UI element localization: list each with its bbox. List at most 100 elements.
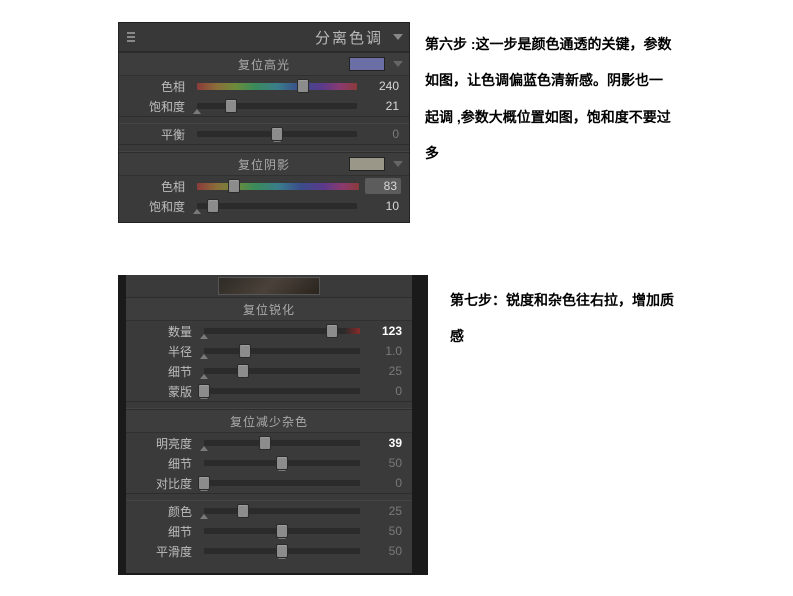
slider-value[interactable]: 39: [366, 436, 404, 450]
noise-lum-row: 明亮度 39: [126, 433, 412, 453]
sharp-amount-track[interactable]: [204, 328, 360, 334]
divider: [119, 144, 409, 152]
noise-color-track[interactable]: [204, 508, 360, 514]
slider-value[interactable]: 50: [366, 456, 404, 470]
shadows-section-header: 复位阴影: [119, 152, 409, 176]
slider-value[interactable]: 25: [366, 504, 404, 518]
shadows-sat-track[interactable]: [197, 203, 357, 209]
sharp-detail-track[interactable]: [204, 368, 360, 374]
highlights-title: 复位高光: [238, 56, 290, 73]
slider-value[interactable]: 123: [366, 324, 404, 338]
slider-value[interactable]: 21: [363, 99, 401, 113]
slider-label: 明亮度: [134, 435, 198, 452]
highlights-hue-row: 色相 240: [119, 76, 409, 96]
noise-section-header: 复位减少杂色: [126, 409, 412, 433]
slider-label: 细节: [134, 523, 198, 540]
slider-knob[interactable]: [239, 344, 251, 358]
highlights-sat-track[interactable]: [197, 103, 357, 109]
slider-knob[interactable]: [225, 99, 237, 113]
slider-value[interactable]: 240: [363, 79, 401, 93]
highlights-hue-track[interactable]: [197, 83, 357, 90]
slider-value[interactable]: 0: [363, 127, 401, 141]
sharpen-section-header: 复位锐化: [126, 297, 412, 321]
origin-mark: [200, 334, 208, 339]
slider-label: 蒙版: [134, 383, 198, 400]
slider-label: 平滑度: [134, 543, 198, 560]
shadows-sat-row: 饱和度 10: [119, 196, 409, 216]
step6-note: 第六步 :这一步是颜色通透的关键，参数如图，让色调偏蓝色清新感。阴影也一起调 ,…: [425, 26, 675, 172]
balance-track[interactable]: [197, 131, 357, 137]
noise-csmooth-row: 平滑度 50: [126, 541, 412, 561]
slider-knob[interactable]: [276, 524, 288, 538]
noise-lcontrast-track[interactable]: [204, 480, 360, 486]
slider-label: 饱和度: [127, 198, 191, 215]
slider-knob[interactable]: [207, 199, 219, 213]
slider-knob[interactable]: [276, 456, 288, 470]
noise-csmooth-track[interactable]: [204, 548, 360, 554]
noise-cdetail-track[interactable]: [204, 528, 360, 534]
shadows-swatch[interactable]: [349, 157, 385, 171]
slider-value[interactable]: 25: [366, 364, 404, 378]
divider: [126, 493, 412, 501]
slider-value[interactable]: 10: [363, 199, 401, 213]
slider-knob[interactable]: [237, 364, 249, 378]
noise-lcontrast-row: 对比度 0: [126, 473, 412, 493]
slider-value[interactable]: 1.0: [366, 344, 404, 358]
noise-lum-track[interactable]: [204, 440, 360, 446]
slider-knob[interactable]: [198, 476, 210, 490]
sharp-detail-row: 细节 25: [126, 361, 412, 381]
origin-mark: [200, 354, 208, 359]
shadows-title: 复位阴影: [238, 156, 290, 173]
highlights-section-header: 复位高光: [119, 52, 409, 76]
detail-panel-wrap: 复位锐化 数量 123 半径 1.0 细节 25: [118, 275, 428, 575]
slider-label: 细节: [134, 363, 198, 380]
slider-knob[interactable]: [237, 504, 249, 518]
slider-label: 细节: [134, 455, 198, 472]
sharp-mask-row: 蒙版 0: [126, 381, 412, 401]
slider-value[interactable]: 50: [366, 544, 404, 558]
panel-title: 分离色调: [315, 27, 383, 48]
slider-knob[interactable]: [259, 436, 271, 450]
panel-header: 分离色调: [119, 23, 409, 52]
panel-switch-icon[interactable]: [125, 32, 135, 42]
highlights-sat-row: 饱和度 21: [119, 96, 409, 116]
slider-knob[interactable]: [271, 127, 283, 141]
noise-title: 复位减少杂色: [230, 413, 308, 430]
slider-value[interactable]: 83: [365, 178, 401, 194]
origin-mark: [200, 374, 208, 379]
balance-row: 平衡 0: [119, 124, 409, 144]
slider-value[interactable]: 0: [366, 476, 404, 490]
sharp-mask-track[interactable]: [204, 388, 360, 394]
slider-value[interactable]: 0: [366, 384, 404, 398]
sharp-amount-row: 数量 123: [126, 321, 412, 341]
slider-label: 颜色: [134, 503, 198, 520]
noise-color-row: 颜色 25: [126, 501, 412, 521]
highlights-swatch[interactable]: [349, 57, 385, 71]
slider-label: 数量: [134, 323, 198, 340]
collapse-icon[interactable]: [393, 34, 403, 40]
noise-cdetail-row: 细节 50: [126, 521, 412, 541]
detail-preview-thumb[interactable]: [218, 277, 320, 295]
slider-knob[interactable]: [228, 179, 240, 193]
origin-mark: [200, 446, 208, 451]
origin-mark: [200, 514, 208, 519]
divider: [119, 116, 409, 124]
slider-knob[interactable]: [198, 384, 210, 398]
slider-label: 对比度: [134, 475, 198, 492]
shadows-hue-track[interactable]: [197, 183, 359, 190]
step7-note: 第七步：锐度和杂色往右拉，增加质感: [450, 282, 680, 355]
noise-ldetail-track[interactable]: [204, 460, 360, 466]
sharp-radius-row: 半径 1.0: [126, 341, 412, 361]
chevron-down-icon[interactable]: [393, 161, 403, 167]
slider-label: 色相: [127, 78, 191, 95]
slider-knob[interactable]: [276, 544, 288, 558]
chevron-down-icon[interactable]: [393, 61, 403, 67]
origin-mark: [193, 109, 201, 114]
slider-knob[interactable]: [326, 324, 338, 338]
slider-value[interactable]: 50: [366, 524, 404, 538]
sharp-radius-track[interactable]: [204, 348, 360, 354]
slider-knob[interactable]: [297, 79, 309, 93]
slider-label: 半径: [134, 343, 198, 360]
sharpen-title: 复位锐化: [243, 301, 295, 318]
slider-label: 饱和度: [127, 98, 191, 115]
